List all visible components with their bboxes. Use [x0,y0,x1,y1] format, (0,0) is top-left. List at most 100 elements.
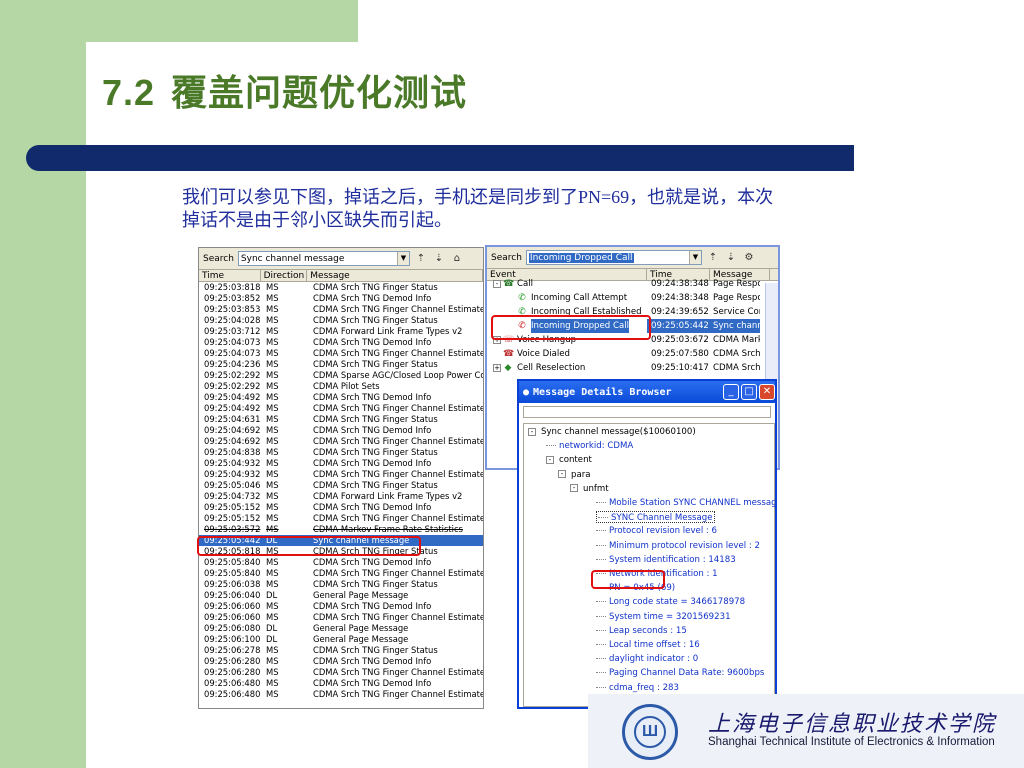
col-time[interactable]: Time [199,270,261,281]
call-icon: ☎ [503,279,515,289]
tree-node[interactable]: Leap seconds : 15 [596,625,687,637]
log-cell-message: CDMA Srch TNG Finger Channel Estimate [313,469,483,479]
tree-node[interactable]: Paging Channel Data Rate: 9600bps [596,667,764,679]
log-row[interactable]: 09:25:06:060 MS CDMA Srch TNG Finger Chann… [199,612,483,623]
event-row[interactable]: ✆ Incoming Call Attempt 09:24:38:348 Page R… [487,291,778,305]
log-row[interactable]: 09:25:06:038 MS CDMA Srch TNG Finger Statu… [199,579,483,590]
tree-node[interactable]: - para [558,469,591,481]
school-emblem-icon: Ш [622,704,678,760]
tree-expand-icon[interactable]: - [528,427,536,436]
log-cell-time: 09:25:04:631 [204,414,261,424]
settings-icon[interactable]: ⚙ [742,251,756,265]
col-message[interactable]: Message [307,270,483,281]
tree-node[interactable]: System identification : 14183 [596,554,736,566]
log-row[interactable]: 09:25:06:480 MS CDMA Srch TNG Demod Info [199,678,483,689]
log-row[interactable]: 09:25:04:028 MS CDMA Srch TNG Finger Statu… [199,315,483,326]
event-time: 09:25:07:580 [651,349,709,359]
log-row[interactable]: 09:25:05:152 MS CDMA Srch TNG Demod Info [199,502,483,513]
log-cell-message: CDMA Srch TNG Demod Info [313,392,432,402]
log-row[interactable]: 09:25:06:280 MS CDMA Srch TNG Finger Chann… [199,667,483,678]
left-decor-band [0,0,86,768]
tree-expand-icon[interactable]: - [546,455,554,464]
log-row[interactable]: 09:25:04:932 MS CDMA Srch TNG Finger Chann… [199,469,483,480]
tree-node[interactable]: networkid: CDMA [546,440,633,452]
event-row[interactable]: - ☎ Call 09:24:38:348 Page Respo [487,277,778,291]
log-cell-time: 09:25:06:060 [204,612,261,622]
tree-node[interactable]: SYNC Channel Message [596,511,715,524]
tree-node[interactable]: System time = 3201569231 [596,611,731,623]
expand-toggle-icon[interactable]: + [493,364,501,372]
log-row[interactable]: 09:25:04:492 MS CDMA Srch TNG Demod Info [199,392,483,403]
log-row[interactable]: 09:25:02:292 MS CDMA Sparse AGC/Closed Loo… [199,370,483,381]
log-row[interactable]: 09:25:04:692 MS CDMA Srch TNG Demod Info [199,425,483,436]
cell-icon: ◆ [504,363,512,373]
log-row[interactable]: 09:25:06:100 DL General Page Message [199,634,483,645]
log-row[interactable]: 09:25:06:480 MS CDMA Srch TNG Finger Chann… [199,689,483,700]
log-row[interactable]: 09:25:05:840 MS CDMA Srch TNG Demod Info [199,557,483,568]
log-row[interactable]: 09:25:04:732 MS CDMA Forward Link Frame Ty… [199,491,483,502]
log-row[interactable]: 09:25:03:712 MS CDMA Forward Link Frame Ty… [199,326,483,337]
log-cell-time: 09:25:05:152 [204,513,261,523]
tree-node[interactable]: cdma_freq : 283 [596,682,679,694]
tree-node[interactable]: Mobile Station SYNC CHANNEL message ! [596,497,775,509]
log-row[interactable]: 09:25:04:692 MS CDMA Srch TNG Finger Chann… [199,436,483,447]
log-row[interactable]: 09:25:06:080 DL General Page Message [199,623,483,634]
log-row[interactable]: 09:25:04:073 MS CDMA Srch TNG Finger Chann… [199,348,483,359]
minimize-icon[interactable]: _ [723,384,739,400]
close-icon[interactable]: ✕ [759,384,775,400]
log-row[interactable]: 09:25:05:046 MS CDMA Srch TNG Finger Statu… [199,480,483,491]
log-row[interactable]: 09:25:03:852 MS CDMA Srch TNG Demod Info [199,293,483,304]
log-row[interactable]: 09:25:03:572 MS CDMA Markov Frame Rate Sta… [199,524,483,535]
tree-node[interactable]: - content [546,454,592,466]
log-row[interactable]: 09:25:05:152 MS CDMA Srch TNG Finger Chann… [199,513,483,524]
log-search-combo[interactable]: Sync channel message ▼ [237,251,410,266]
expand-toggle-icon[interactable]: - [493,280,501,288]
log-row[interactable]: 09:25:06:278 MS CDMA Srch TNG Finger Statu… [199,645,483,656]
log-cell-direction: MS [266,414,279,424]
tree-expand-icon[interactable]: - [570,484,578,493]
tree-node[interactable]: Long code state = 3466178978 [596,596,745,608]
log-row[interactable]: 09:25:06:280 MS CDMA Srch TNG Demod Info [199,656,483,667]
log-cell-direction: MS [266,502,279,512]
col-direction[interactable]: Direction [261,270,308,281]
log-row[interactable]: 09:25:04:492 MS CDMA Srch TNG Finger Chann… [199,403,483,414]
tree-node[interactable]: Minimum protocol revision level : 2 [596,540,760,552]
chevron-down-icon[interactable]: ▼ [396,252,409,265]
log-row[interactable]: 09:25:06:060 MS CDMA Srch TNG Demod Info [199,601,483,612]
find-up-icon[interactable]: ⇡ [706,251,720,265]
log-row[interactable]: 09:25:04:073 MS CDMA Srch TNG Demod Info [199,337,483,348]
log-cell-time: 09:25:03:853 [204,304,261,314]
log-row[interactable]: 09:25:05:840 MS CDMA Srch TNG Finger Chann… [199,568,483,579]
log-cell-time: 09:25:04:838 [204,447,261,457]
title-divider-bar [26,145,854,171]
log-row[interactable]: 09:25:06:040 DL General Page Message [199,590,483,601]
find-down-icon[interactable]: ⇣ [432,252,446,266]
tree-node[interactable]: Protocol revision level : 6 [596,525,717,537]
event-label: Call [517,279,534,289]
tree-node-label: Local time offset : 16 [609,640,700,650]
event-row[interactable]: + ◆ Cell Reselection 09:25:10:417 CDMA Srch [487,361,778,375]
log-row[interactable]: 09:25:04:236 MS CDMA Srch TNG Finger Statu… [199,359,483,370]
tree-node[interactable]: - unfmt [570,483,609,495]
log-cell-message: CDMA Srch TNG Demod Info [313,293,432,303]
log-cell-direction: MS [266,645,279,655]
log-row[interactable]: 09:25:03:853 MS CDMA Srch TNG Finger Chann… [199,304,483,315]
log-row[interactable]: 09:25:02:292 MS CDMA Pilot Sets [199,381,483,392]
tree-expand-icon[interactable]: - [558,470,566,479]
log-row[interactable]: 09:25:04:631 MS CDMA Srch TNG Finger Statu… [199,414,483,425]
school-logo-area: Ш 上海电子信息职业技术学院 Shanghai Technical Instit… [588,694,1024,768]
tree-node[interactable]: daylight indicator : 0 [596,653,698,665]
tree-node[interactable]: - Sync channel message($10060100) [528,426,696,438]
find-down-icon[interactable]: ⇣ [724,251,738,265]
chevron-down-icon[interactable]: ▼ [688,251,701,264]
maximize-icon[interactable]: □ [741,384,757,400]
event-row[interactable]: ☎ Voice Dialed 09:25:07:580 CDMA Srch [487,347,778,361]
event-search-combo[interactable]: Incoming Dropped Call ▼ [525,250,702,265]
lock-icon[interactable]: ⌂ [450,252,464,266]
log-row[interactable]: 09:25:04:838 MS CDMA Srch TNG Finger Statu… [199,447,483,458]
log-cell-time: 09:25:06:280 [204,667,261,677]
tree-node[interactable]: Local time offset : 16 [596,639,700,651]
find-up-icon[interactable]: ⇡ [414,252,428,266]
log-row[interactable]: 09:25:03:818 MS CDMA Srch TNG Finger Statu… [199,282,483,293]
log-row[interactable]: 09:25:04:932 MS CDMA Srch TNG Demod Info [199,458,483,469]
